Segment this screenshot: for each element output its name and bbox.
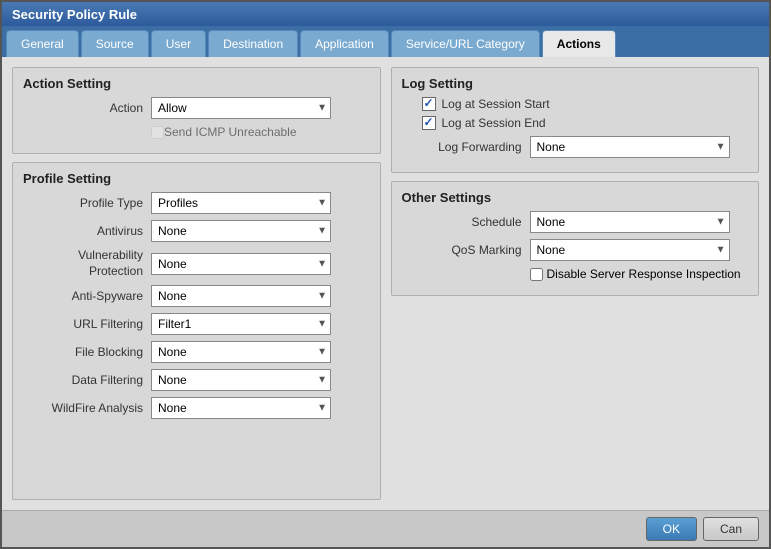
url-filtering-label: URL Filtering	[23, 317, 143, 331]
vuln-label: VulnerabilityProtection	[23, 248, 143, 279]
tab-bar: General Source User Destination Applicat…	[2, 26, 769, 57]
vuln-row: VulnerabilityProtection None ▼	[23, 248, 370, 279]
send-icmp-checkbox[interactable]	[151, 126, 164, 139]
antivirus-select-wrapper: None ▼	[151, 220, 331, 242]
disable-server-checkbox[interactable]	[530, 268, 543, 281]
disable-server-row: Disable Server Response Inspection	[402, 267, 749, 281]
log-setting-section: Log Setting Log at Session Start Log at …	[391, 67, 760, 173]
log-session-end-checkmark	[422, 116, 436, 130]
action-setting-section: Action Setting Action Allow ▼ Send ICMP …	[12, 67, 381, 154]
send-icmp-label: Send ICMP Unreachable	[164, 125, 297, 139]
action-label: Action	[23, 101, 143, 115]
wildfire-select[interactable]: None	[151, 397, 331, 419]
antispyware-select-wrapper: None ▼	[151, 285, 331, 307]
log-forwarding-row: Log Forwarding None ▼	[402, 136, 749, 158]
file-blocking-select[interactable]: None	[151, 341, 331, 363]
profile-type-select[interactable]: Profiles	[151, 192, 331, 214]
log-session-end-label: Log at Session End	[442, 116, 546, 130]
other-settings-section: Other Settings Schedule None ▼ QoS Marki…	[391, 181, 760, 296]
wildfire-select-wrapper: None ▼	[151, 397, 331, 419]
disable-server-label: Disable Server Response Inspection	[547, 267, 741, 281]
action-select[interactable]: Allow	[151, 97, 331, 119]
antispyware-row: Anti-Spyware None ▼	[23, 285, 370, 307]
log-forwarding-label: Log Forwarding	[402, 140, 522, 154]
qos-label: QoS Marking	[402, 243, 522, 257]
profile-type-row: Profile Type Profiles ▼	[23, 192, 370, 214]
url-select-wrapper: Filter1 ▼	[151, 313, 331, 335]
other-settings-title: Other Settings	[402, 190, 749, 205]
log-setting-title: Log Setting	[402, 76, 749, 91]
action-setting-title: Action Setting	[23, 76, 370, 91]
log-forwarding-select-wrapper: None ▼	[530, 136, 730, 158]
left-panel: Action Setting Action Allow ▼ Send ICMP …	[12, 67, 381, 500]
antivirus-row: Antivirus None ▼	[23, 220, 370, 242]
file-blocking-select-wrapper: None ▼	[151, 341, 331, 363]
tab-actions[interactable]: Actions	[542, 30, 616, 57]
qos-select-wrapper: None ▼	[530, 239, 730, 261]
ok-button[interactable]: OK	[646, 517, 697, 541]
profile-type-label: Profile Type	[23, 196, 143, 210]
wildfire-row: WildFire Analysis None ▼	[23, 397, 370, 419]
log-session-end-row: Log at Session End	[402, 116, 749, 130]
tab-user[interactable]: User	[151, 30, 206, 57]
antispyware-select[interactable]: None	[151, 285, 331, 307]
antivirus-select[interactable]: None	[151, 220, 331, 242]
data-filtering-label: Data Filtering	[23, 373, 143, 387]
tab-application[interactable]: Application	[300, 30, 389, 57]
dialog-title: Security Policy Rule	[12, 7, 137, 22]
data-filtering-select[interactable]: None	[151, 369, 331, 391]
profile-setting-title: Profile Setting	[23, 171, 370, 186]
antispyware-label: Anti-Spyware	[23, 289, 143, 303]
file-blocking-label: File Blocking	[23, 345, 143, 359]
vuln-select-wrapper: None ▼	[151, 253, 331, 275]
wildfire-label: WildFire Analysis	[23, 401, 143, 415]
file-blocking-row: File Blocking None ▼	[23, 341, 370, 363]
title-bar: Security Policy Rule	[2, 2, 769, 26]
tab-service-url[interactable]: Service/URL Category	[391, 30, 540, 57]
cancel-button[interactable]: Can	[703, 517, 759, 541]
tab-general[interactable]: General	[6, 30, 79, 57]
log-session-start-label: Log at Session Start	[442, 97, 550, 111]
schedule-row: Schedule None ▼	[402, 211, 749, 233]
action-row: Action Allow ▼	[23, 97, 370, 119]
profile-setting-section: Profile Setting Profile Type Profiles ▼ …	[12, 162, 381, 500]
log-forwarding-select[interactable]: None	[530, 136, 730, 158]
tab-source[interactable]: Source	[81, 30, 149, 57]
profile-type-select-wrapper: Profiles ▼	[151, 192, 331, 214]
schedule-label: Schedule	[402, 215, 522, 229]
antivirus-label: Antivirus	[23, 224, 143, 238]
url-filtering-row: URL Filtering Filter1 ▼	[23, 313, 370, 335]
action-select-wrapper: Allow ▼	[151, 97, 331, 119]
vuln-select[interactable]: None	[151, 253, 331, 275]
security-policy-dialog: Security Policy Rule General Source User…	[0, 0, 771, 549]
url-select[interactable]: Filter1	[151, 313, 331, 335]
dialog-footer: OK Can	[2, 510, 769, 547]
tab-destination[interactable]: Destination	[208, 30, 298, 57]
send-icmp-row: Send ICMP Unreachable	[23, 125, 370, 139]
qos-select[interactable]: None	[530, 239, 730, 261]
log-session-start-checkmark	[422, 97, 436, 111]
schedule-select-wrapper: None ▼	[530, 211, 730, 233]
schedule-select[interactable]: None	[530, 211, 730, 233]
right-panel: Log Setting Log at Session Start Log at …	[391, 67, 760, 500]
content-area: Action Setting Action Allow ▼ Send ICMP …	[2, 57, 769, 510]
log-session-start-row: Log at Session Start	[402, 97, 749, 111]
data-filtering-select-wrapper: None ▼	[151, 369, 331, 391]
qos-row: QoS Marking None ▼	[402, 239, 749, 261]
data-filtering-row: Data Filtering None ▼	[23, 369, 370, 391]
